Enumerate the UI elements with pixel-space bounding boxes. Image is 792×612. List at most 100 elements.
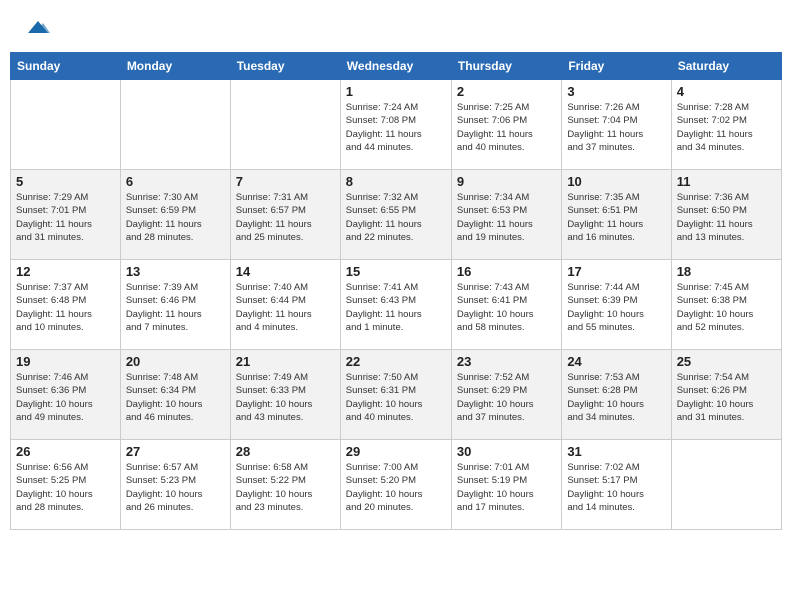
day-info: Sunrise: 6:58 AM Sunset: 5:22 PM Dayligh… bbox=[236, 461, 335, 514]
day-cell: 21Sunrise: 7:49 AM Sunset: 6:33 PM Dayli… bbox=[230, 350, 340, 440]
day-info: Sunrise: 7:43 AM Sunset: 6:41 PM Dayligh… bbox=[457, 281, 556, 334]
day-number: 23 bbox=[457, 354, 556, 369]
day-number: 27 bbox=[126, 444, 225, 459]
day-info: Sunrise: 7:50 AM Sunset: 6:31 PM Dayligh… bbox=[346, 371, 446, 424]
day-cell: 31Sunrise: 7:02 AM Sunset: 5:17 PM Dayli… bbox=[562, 440, 671, 530]
col-header-tuesday: Tuesday bbox=[230, 53, 340, 80]
day-info: Sunrise: 7:34 AM Sunset: 6:53 PM Dayligh… bbox=[457, 191, 556, 244]
day-cell: 4 Sunrise: 7:28 AM Sunset: 7:02 PM Daylig… bbox=[671, 80, 781, 170]
calendar-header-row: SundayMondayTuesdayWednesdayThursdayFrid… bbox=[11, 53, 782, 80]
day-cell: 5 Sunrise: 7:29 AM Sunset: 7:01 PM Daylig… bbox=[11, 170, 121, 260]
day-info: Sunrise: 7:31 AM Sunset: 6:57 PM Dayligh… bbox=[236, 191, 335, 244]
day-info: Sunrise: 7:28 AM Sunset: 7:02 PM Dayligh… bbox=[677, 101, 776, 154]
day-cell: 27 Sunrise: 6:57 AM Sunset: 5:23 PM Dayli… bbox=[120, 440, 230, 530]
day-cell: 24Sunrise: 7:53 AM Sunset: 6:28 PM Dayli… bbox=[562, 350, 671, 440]
page-header bbox=[10, 10, 782, 44]
day-cell: 2 Sunrise: 7:25 AM Sunset: 7:06 PM Daylig… bbox=[451, 80, 561, 170]
day-cell: 16 Sunrise: 7:43 AM Sunset: 6:41 PM Dayli… bbox=[451, 260, 561, 350]
day-cell bbox=[671, 440, 781, 530]
day-number: 13 bbox=[126, 264, 225, 279]
day-cell: 20Sunrise: 7:48 AM Sunset: 6:34 PM Dayli… bbox=[120, 350, 230, 440]
day-cell: 19 Sunrise: 7:46 AM Sunset: 6:36 PM Dayli… bbox=[11, 350, 121, 440]
day-info: Sunrise: 7:46 AM Sunset: 6:36 PM Dayligh… bbox=[16, 371, 115, 424]
day-number: 16 bbox=[457, 264, 556, 279]
day-number: 22 bbox=[346, 354, 446, 369]
day-cell: 8 Sunrise: 7:32 AM Sunset: 6:55 PM Daylig… bbox=[340, 170, 451, 260]
day-number: 21 bbox=[236, 354, 335, 369]
day-info: Sunrise: 7:25 AM Sunset: 7:06 PM Dayligh… bbox=[457, 101, 556, 154]
day-number: 15 bbox=[346, 264, 446, 279]
day-number: 18 bbox=[677, 264, 776, 279]
day-number: 19 bbox=[16, 354, 115, 369]
day-cell: 6Sunrise: 7:30 AM Sunset: 6:59 PM Daylig… bbox=[120, 170, 230, 260]
day-info: Sunrise: 7:39 AM Sunset: 6:46 PM Dayligh… bbox=[126, 281, 225, 334]
day-info: Sunrise: 7:29 AM Sunset: 7:01 PM Dayligh… bbox=[16, 191, 115, 244]
day-number: 2 bbox=[457, 84, 556, 99]
day-cell: 14 Sunrise: 7:40 AM Sunset: 6:44 PM Dayli… bbox=[230, 260, 340, 350]
day-cell: 13 Sunrise: 7:39 AM Sunset: 6:46 PM Dayli… bbox=[120, 260, 230, 350]
day-number: 7 bbox=[236, 174, 335, 189]
day-cell: 30 Sunrise: 7:01 AM Sunset: 5:19 PM Dayli… bbox=[451, 440, 561, 530]
col-header-thursday: Thursday bbox=[451, 53, 561, 80]
day-info: Sunrise: 7:26 AM Sunset: 7:04 PM Dayligh… bbox=[567, 101, 665, 154]
day-info: Sunrise: 6:56 AM Sunset: 5:25 PM Dayligh… bbox=[16, 461, 115, 514]
day-cell: 18 Sunrise: 7:45 AM Sunset: 6:38 PM Dayli… bbox=[671, 260, 781, 350]
day-number: 30 bbox=[457, 444, 556, 459]
week-row-2: 5 Sunrise: 7:29 AM Sunset: 7:01 PM Daylig… bbox=[11, 170, 782, 260]
day-info: Sunrise: 7:40 AM Sunset: 6:44 PM Dayligh… bbox=[236, 281, 335, 334]
day-cell: 7 Sunrise: 7:31 AM Sunset: 6:57 PM Daylig… bbox=[230, 170, 340, 260]
col-header-saturday: Saturday bbox=[671, 53, 781, 80]
week-row-5: 26Sunrise: 6:56 AM Sunset: 5:25 PM Dayli… bbox=[11, 440, 782, 530]
day-info: Sunrise: 7:36 AM Sunset: 6:50 PM Dayligh… bbox=[677, 191, 776, 244]
day-cell: 9 Sunrise: 7:34 AM Sunset: 6:53 PM Daylig… bbox=[451, 170, 561, 260]
calendar-table: SundayMondayTuesdayWednesdayThursdayFrid… bbox=[10, 52, 782, 530]
col-header-sunday: Sunday bbox=[11, 53, 121, 80]
day-cell: 17 Sunrise: 7:44 AM Sunset: 6:39 PM Dayli… bbox=[562, 260, 671, 350]
day-cell: 15 Sunrise: 7:41 AM Sunset: 6:43 PM Dayli… bbox=[340, 260, 451, 350]
week-row-1: 1 Sunrise: 7:24 AM Sunset: 7:08 PM Daylig… bbox=[11, 80, 782, 170]
day-number: 25 bbox=[677, 354, 776, 369]
day-number: 20 bbox=[126, 354, 225, 369]
day-info: Sunrise: 7:02 AM Sunset: 5:17 PM Dayligh… bbox=[567, 461, 665, 514]
day-info: Sunrise: 7:52 AM Sunset: 6:29 PM Dayligh… bbox=[457, 371, 556, 424]
logo-icon bbox=[26, 15, 50, 39]
day-number: 28 bbox=[236, 444, 335, 459]
day-info: Sunrise: 7:53 AM Sunset: 6:28 PM Dayligh… bbox=[567, 371, 665, 424]
logo bbox=[20, 15, 50, 39]
day-cell: 3Sunrise: 7:26 AM Sunset: 7:04 PM Daylig… bbox=[562, 80, 671, 170]
day-info: Sunrise: 6:57 AM Sunset: 5:23 PM Dayligh… bbox=[126, 461, 225, 514]
day-number: 1 bbox=[346, 84, 446, 99]
day-cell bbox=[11, 80, 121, 170]
day-info: Sunrise: 7:41 AM Sunset: 6:43 PM Dayligh… bbox=[346, 281, 446, 334]
day-cell: 29 Sunrise: 7:00 AM Sunset: 5:20 PM Dayli… bbox=[340, 440, 451, 530]
day-cell: 12Sunrise: 7:37 AM Sunset: 6:48 PM Dayli… bbox=[11, 260, 121, 350]
col-header-monday: Monday bbox=[120, 53, 230, 80]
day-cell bbox=[230, 80, 340, 170]
day-info: Sunrise: 7:32 AM Sunset: 6:55 PM Dayligh… bbox=[346, 191, 446, 244]
day-number: 8 bbox=[346, 174, 446, 189]
day-cell: 25 Sunrise: 7:54 AM Sunset: 6:26 PM Dayli… bbox=[671, 350, 781, 440]
day-number: 10 bbox=[567, 174, 665, 189]
day-cell: 1 Sunrise: 7:24 AM Sunset: 7:08 PM Daylig… bbox=[340, 80, 451, 170]
day-number: 5 bbox=[16, 174, 115, 189]
day-info: Sunrise: 7:01 AM Sunset: 5:19 PM Dayligh… bbox=[457, 461, 556, 514]
day-info: Sunrise: 7:00 AM Sunset: 5:20 PM Dayligh… bbox=[346, 461, 446, 514]
day-cell: 26Sunrise: 6:56 AM Sunset: 5:25 PM Dayli… bbox=[11, 440, 121, 530]
day-info: Sunrise: 7:45 AM Sunset: 6:38 PM Dayligh… bbox=[677, 281, 776, 334]
day-info: Sunrise: 7:54 AM Sunset: 6:26 PM Dayligh… bbox=[677, 371, 776, 424]
day-info: Sunrise: 7:44 AM Sunset: 6:39 PM Dayligh… bbox=[567, 281, 665, 334]
day-cell: 28 Sunrise: 6:58 AM Sunset: 5:22 PM Dayli… bbox=[230, 440, 340, 530]
day-info: Sunrise: 7:24 AM Sunset: 7:08 PM Dayligh… bbox=[346, 101, 446, 154]
day-cell: 22 Sunrise: 7:50 AM Sunset: 6:31 PM Dayli… bbox=[340, 350, 451, 440]
day-number: 4 bbox=[677, 84, 776, 99]
day-number: 9 bbox=[457, 174, 556, 189]
col-header-wednesday: Wednesday bbox=[340, 53, 451, 80]
day-number: 11 bbox=[677, 174, 776, 189]
day-number: 14 bbox=[236, 264, 335, 279]
day-info: Sunrise: 7:37 AM Sunset: 6:48 PM Dayligh… bbox=[16, 281, 115, 334]
day-info: Sunrise: 7:30 AM Sunset: 6:59 PM Dayligh… bbox=[126, 191, 225, 244]
day-cell bbox=[120, 80, 230, 170]
day-number: 17 bbox=[567, 264, 665, 279]
day-number: 29 bbox=[346, 444, 446, 459]
col-header-friday: Friday bbox=[562, 53, 671, 80]
